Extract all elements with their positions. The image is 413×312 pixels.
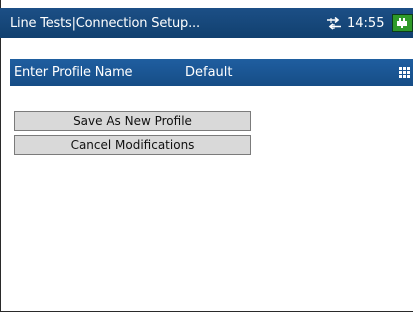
screen-frame (0, 0, 413, 312)
network-transfer-icon (327, 17, 341, 30)
page-title: Line Tests|Connection Setup... (10, 16, 200, 31)
clock: 14:55 (347, 16, 385, 31)
cancel-modifications-button[interactable]: Cancel Modifications (14, 135, 251, 155)
profile-name-row[interactable]: Enter Profile Name Default (10, 59, 413, 86)
battery-charging-icon (392, 14, 413, 32)
profile-name-value[interactable]: Default (185, 65, 233, 80)
keypad-grid-icon[interactable] (399, 67, 410, 78)
profile-name-label: Enter Profile Name (14, 65, 133, 80)
title-bar: Line Tests|Connection Setup... 14:55 (0, 8, 413, 38)
plug-icon (397, 18, 407, 28)
save-as-new-profile-button[interactable]: Save As New Profile (14, 111, 251, 131)
